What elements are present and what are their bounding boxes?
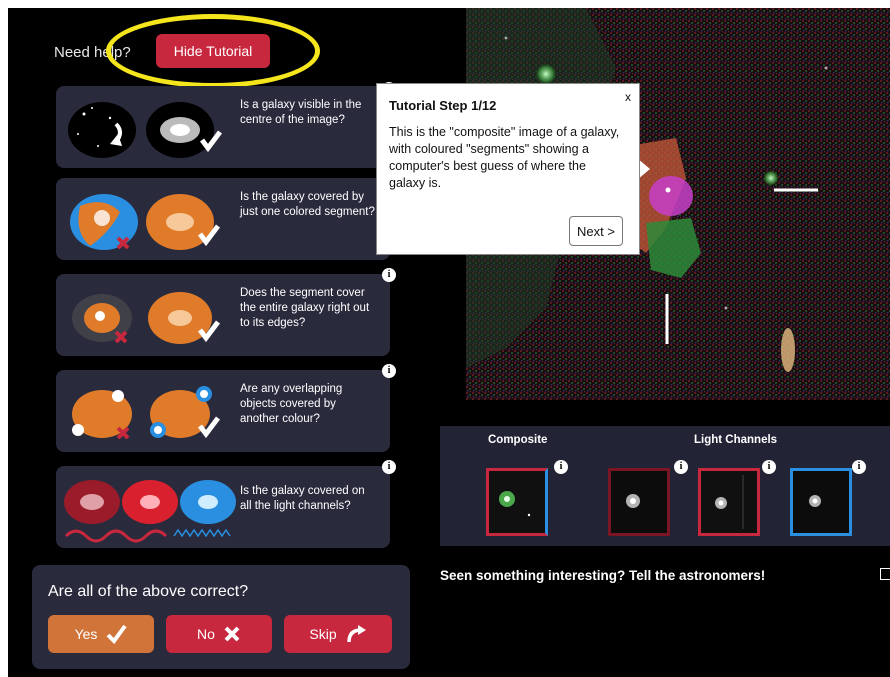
info-icon[interactable]: i [382, 460, 396, 474]
skip-button[interactable]: Skip [284, 615, 392, 653]
yes-label: Yes [74, 626, 98, 642]
channels-panel: Composite Light Channels i i i i [440, 426, 890, 546]
no-button[interactable]: No [166, 615, 272, 653]
question-card-3: Does the segment cover the entire galaxy… [56, 268, 396, 356]
yes-button[interactable]: Yes [48, 615, 154, 653]
info-icon[interactable]: i [554, 460, 568, 474]
question-text-5: Is the galaxy covered on all the light c… [240, 485, 365, 512]
question-text-3: Does the segment cover the entire galaxy… [240, 287, 370, 329]
question-card-5: Is the galaxy covered on all the light c… [56, 460, 396, 548]
question-card-1: Is a galaxy visible in the centre of the… [56, 82, 396, 168]
classifier-app: Need help? Hide Tutorial Is a galaxy vis… [8, 8, 890, 677]
channel-2-image [715, 475, 744, 529]
question-card-4: Are any overlapping objects covered by a… [56, 364, 396, 452]
question-text-1: Is a galaxy visible in the centre of the… [240, 99, 362, 126]
close-icon[interactable]: x [625, 90, 631, 104]
overlapping-objects-illustration [72, 386, 220, 440]
info-icon[interactable]: i [382, 364, 396, 378]
answer-panel: Are all of the above correct? Yes No Ski… [32, 565, 410, 669]
segment-edges-illustration [72, 292, 220, 344]
composite-label: Composite [488, 434, 548, 446]
next-button[interactable]: Next > [569, 216, 623, 246]
no-label: No [197, 626, 215, 642]
galaxy-visible-illustration [68, 102, 222, 158]
channel-thumbnail-3[interactable] [790, 468, 852, 536]
channel-thumbnail-1[interactable] [608, 468, 670, 536]
info-icon[interactable]: i [674, 460, 688, 474]
skip-label: Skip [309, 626, 337, 642]
tutorial-step-title: Tutorial Step 1/12 [389, 98, 497, 113]
tutorial-step-body: This is the "composite" image of a galax… [389, 125, 620, 190]
skip-arrow-icon [346, 625, 366, 643]
tutorial-tooltip: Tutorial Step 1/12 x This is the "compos… [376, 83, 640, 255]
checkmark-icon [107, 624, 128, 644]
one-segment-illustration [70, 194, 220, 250]
interesting-checkbox[interactable] [880, 568, 890, 580]
light-channels-label: Light Channels [694, 434, 778, 446]
info-icon[interactable]: i [382, 268, 396, 282]
question-card-2: Is the galaxy covered by just one colore… [56, 178, 390, 260]
answer-prompt: Are all of the above correct? [48, 583, 249, 600]
cross-icon [224, 626, 240, 642]
question-text-4: Are any overlapping objects covered by a… [240, 383, 343, 425]
report-interesting-link[interactable]: Seen something interesting? Tell the ast… [440, 568, 765, 583]
info-icon[interactable]: i [762, 460, 776, 474]
channel-3-image [809, 495, 821, 507]
info-icon[interactable]: i [852, 460, 866, 474]
composite-thumbnail[interactable] [486, 468, 548, 536]
question-text-2: Is the galaxy covered by just one colore… [240, 191, 375, 218]
channel-thumbnail-2[interactable] [698, 468, 760, 536]
light-channels-illustration [64, 480, 236, 543]
tutorial-highlight-ring [106, 14, 320, 88]
composite-thumbnail-image [499, 491, 531, 517]
channel-1-image [626, 494, 640, 508]
